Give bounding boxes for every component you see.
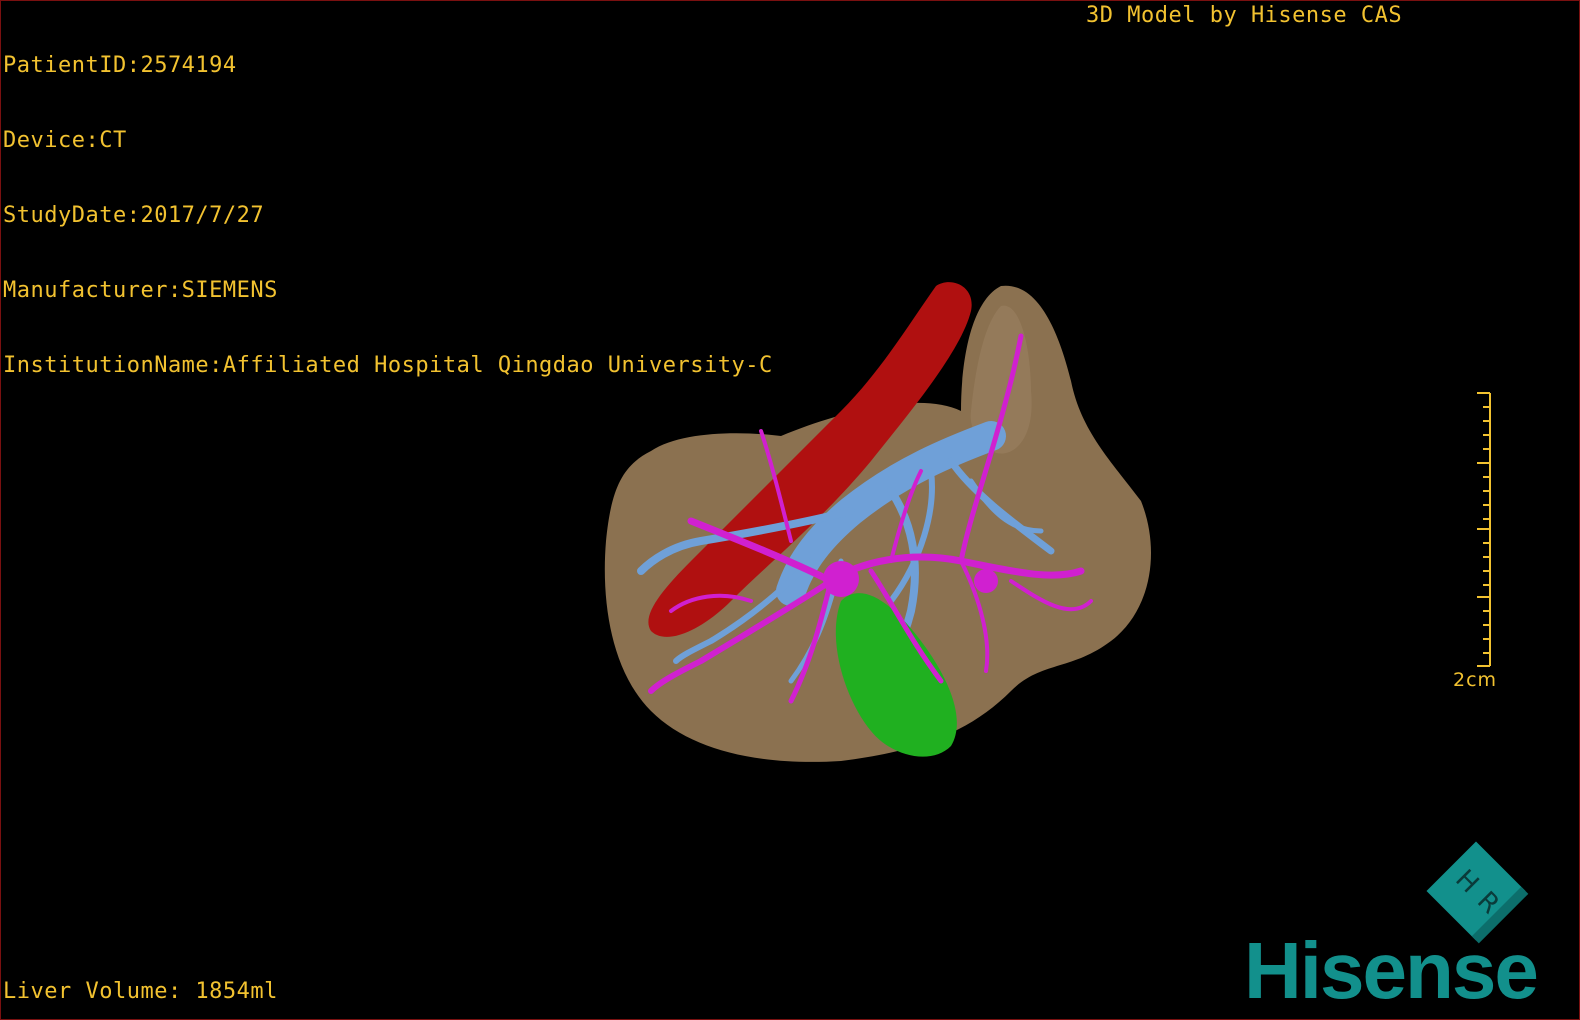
liver-3d-model[interactable] [591,261,1171,781]
liver-volume: Liver Volume: 1854ml [3,979,278,1004]
device: Device:CT [3,128,127,153]
3d-viewport[interactable]: PatientID:2574194 Device:CT StudyDate:20… [0,0,1580,1020]
study-date: StudyDate:2017/7/27 [3,203,265,228]
patient-id: PatientID:2574194 [3,53,237,78]
scale-bar [1477,392,1491,667]
model-credit: 3D Model by Hisense CAS [1086,3,1403,28]
hisense-logo: Hisense [1244,926,1539,1015]
scale-label: 2cm [1453,669,1498,691]
